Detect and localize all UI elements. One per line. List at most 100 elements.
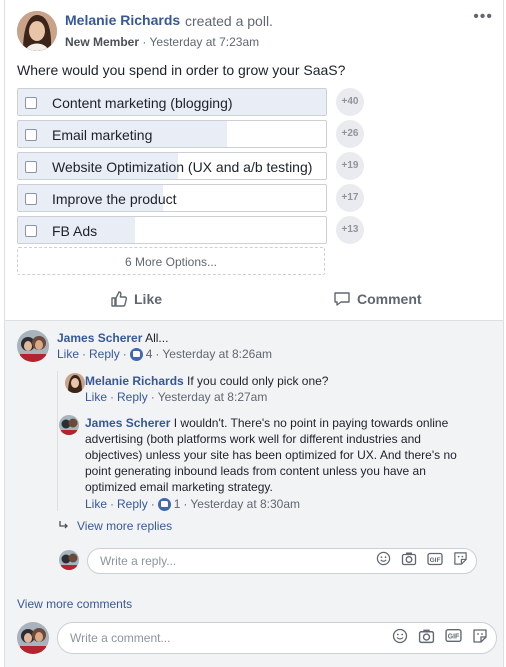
separator-dot: · — [142, 35, 147, 49]
separator-dot: · — [150, 497, 155, 511]
reply-meta: Like · Reply · 1 · Yesterday at 8:30am — [85, 497, 300, 511]
view-more-replies-label: View more replies — [77, 519, 173, 533]
comment-body: James Scherer All... — [57, 330, 168, 346]
sticker-icon[interactable] — [472, 628, 488, 649]
comment-input[interactable] — [70, 623, 320, 653]
poll-option-label: FB Ads — [52, 223, 98, 239]
poll-vote-count[interactable]: +26 — [336, 120, 364, 148]
comment-reply-link[interactable]: Reply — [89, 347, 120, 361]
reply-text-line-4: point generating inbound leads from cont… — [85, 464, 426, 478]
reply-reply-link[interactable]: Reply — [117, 390, 148, 404]
camera-icon[interactable] — [418, 628, 435, 649]
reply-author[interactable]: Melanie Richards — [85, 374, 184, 388]
reply-timestamp[interactable]: Yesterday at 8:27am — [158, 390, 268, 404]
poll-option[interactable]: Content marketing (blogging) — [17, 88, 327, 116]
poll-option-label: Email marketing — [52, 127, 153, 143]
separator-dot: · — [82, 347, 87, 361]
poll-vote-count[interactable]: +19 — [336, 152, 364, 180]
checkbox-icon[interactable] — [25, 225, 37, 237]
reply-body: James Scherer I wouldn't. There's no poi… — [85, 415, 485, 495]
reply-input[interactable] — [100, 549, 350, 573]
separator-dot: · — [155, 347, 160, 361]
like-reaction-icon[interactable] — [157, 497, 171, 511]
poll-option[interactable]: FB Ads — [17, 216, 327, 244]
poll-vote-count[interactable]: +13 — [336, 216, 364, 244]
svg-text:GIF: GIF — [448, 634, 459, 641]
reply-composer[interactable]: GIF — [87, 548, 477, 574]
separator-dot: · — [110, 390, 115, 404]
poll-option[interactable]: Email marketing — [17, 120, 327, 148]
thumbs-up-icon — [110, 290, 128, 308]
comment-bubble-icon — [333, 290, 351, 308]
author-avatar[interactable] — [17, 11, 57, 51]
post-action-text: created a poll. — [185, 13, 273, 29]
comment-like-link[interactable]: Like — [57, 347, 79, 361]
gif-icon[interactable]: GIF — [427, 552, 443, 571]
reply-text-line-5: optimized email marketing strategy. — [85, 480, 273, 494]
reply-body: Melanie Richards If you could only pick … — [85, 373, 328, 389]
post-subline: New Member · Yesterday at 7:23am — [65, 35, 259, 49]
reply-like-link[interactable]: Like — [85, 390, 107, 404]
checkbox-icon[interactable] — [25, 193, 37, 205]
comment-text: All... — [145, 331, 169, 345]
more-options-icon[interactable]: ••• — [473, 8, 493, 26]
poll-vote-count[interactable]: +40 — [336, 88, 364, 116]
current-user-avatar — [59, 550, 79, 570]
current-user-avatar — [17, 622, 49, 654]
post-timestamp[interactable]: Yesterday at 7:23am — [150, 35, 260, 49]
more-options-button[interactable]: 6 More Options... — [17, 247, 325, 275]
sticker-icon[interactable] — [453, 551, 468, 571]
separator-dot: · — [110, 497, 115, 511]
reply-text-line-1: James Scherer I wouldn't. There's no poi… — [85, 415, 485, 431]
reply-text-line-3: objectives) unless your site has been op… — [85, 448, 457, 462]
replier-avatar[interactable] — [65, 373, 85, 393]
post-author[interactable]: Melanie Richards — [65, 12, 180, 28]
reply-reply-link[interactable]: Reply — [117, 497, 148, 511]
replier-avatar[interactable] — [59, 415, 79, 435]
checkbox-icon[interactable] — [25, 129, 37, 141]
composer-icons: GIF — [376, 549, 468, 573]
reaction-count[interactable]: 4 — [146, 347, 153, 361]
member-badge: New Member — [65, 35, 140, 49]
poll-option-label: Improve the product — [52, 191, 177, 207]
camera-icon[interactable] — [401, 551, 417, 571]
poll-option-label: Website Optimization (UX and a/b testing… — [52, 159, 313, 175]
poll-vote-count[interactable]: +17 — [336, 184, 364, 212]
gif-icon[interactable]: GIF — [445, 628, 462, 648]
checkbox-icon[interactable] — [25, 97, 37, 109]
like-reaction-icon[interactable] — [129, 347, 143, 361]
comment-timestamp[interactable]: Yesterday at 8:26am — [162, 347, 272, 361]
poll-option[interactable]: Improve the product — [17, 184, 327, 212]
poll-post: Melanie Richards created a poll. New Mem… — [4, 0, 504, 667]
poll-question: Where would you spend in order to grow y… — [17, 62, 346, 78]
view-more-replies-link[interactable]: View more replies — [59, 519, 172, 533]
separator-dot: · — [122, 347, 127, 361]
reply-like-link[interactable]: Like — [85, 497, 107, 511]
comment-label: Comment — [357, 291, 422, 307]
reply-text: If you could only pick one? — [187, 374, 329, 388]
comment-button[interactable]: Comment — [333, 290, 422, 308]
reply-arrow-icon — [59, 519, 69, 533]
reply-timestamp[interactable]: Yesterday at 8:30am — [190, 497, 300, 511]
poll-option-label: Content marketing (blogging) — [52, 95, 233, 111]
comment-composer[interactable]: GIF — [57, 622, 497, 654]
view-more-comments-link[interactable]: View more comments — [17, 597, 132, 611]
svg-text:GIF: GIF — [430, 557, 441, 564]
poll-option[interactable]: Website Optimization (UX and a/b testing… — [17, 152, 327, 180]
like-button[interactable]: Like — [110, 290, 162, 308]
like-label: Like — [134, 291, 163, 307]
emoji-icon[interactable] — [376, 551, 391, 571]
reply-thread-line — [57, 371, 58, 511]
separator-dot: · — [183, 497, 188, 511]
reply-author[interactable]: James Scherer — [85, 416, 170, 430]
composer-icons: GIF — [392, 623, 488, 653]
reply-meta: Like · Reply · Yesterday at 8:27am — [85, 390, 267, 404]
reply-text-line-2: advertising (both platforms work well fo… — [85, 432, 421, 446]
emoji-icon[interactable] — [392, 628, 408, 649]
comment-author[interactable]: James Scherer — [57, 331, 142, 345]
separator-dot: · — [150, 390, 155, 404]
reaction-count[interactable]: 1 — [174, 497, 181, 511]
reply-text: I wouldn't. There's no point in paying t… — [173, 416, 449, 430]
checkbox-icon[interactable] — [25, 161, 37, 173]
commenter-avatar[interactable] — [17, 330, 49, 362]
